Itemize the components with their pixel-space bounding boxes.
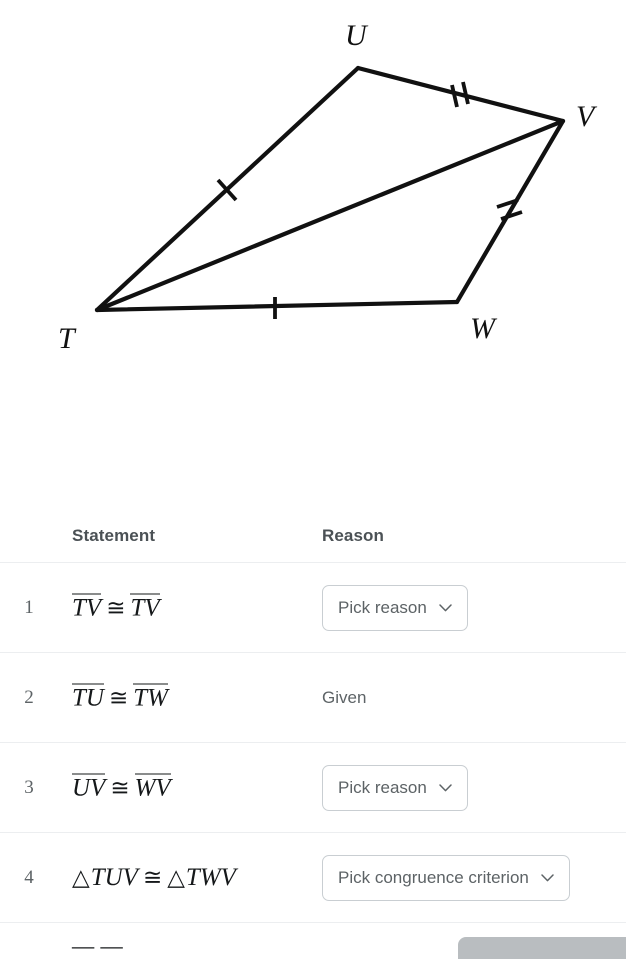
geometry-figure-panel: U V W T xyxy=(0,0,626,490)
geometry-diagram: U V W T xyxy=(58,19,598,355)
chevron-down-icon xyxy=(541,873,554,881)
statement-left-term: UV xyxy=(72,773,106,801)
statement-right-term: TV xyxy=(130,593,160,621)
column-header-reason: Reason xyxy=(322,526,385,545)
vertex-label-W: W xyxy=(470,312,498,345)
row-number: 2 xyxy=(24,686,34,708)
dropdown-label: Pick reason xyxy=(338,777,427,797)
triangle-symbol-left: △ xyxy=(72,864,90,890)
segment-TV-diagonal xyxy=(94,118,566,313)
submit-button[interactable] xyxy=(458,937,626,959)
congruence-symbol: ≅ xyxy=(110,775,130,800)
table-row: 4 △TUV ≅ △TWV Pick congruence criterion xyxy=(0,833,626,923)
congruence-symbol: ≅ xyxy=(106,595,126,620)
proof-table-header: Statement Reason xyxy=(0,490,626,563)
row-number: 3 xyxy=(24,776,34,798)
table-row: 2 TU ≅ TW Given xyxy=(0,653,626,743)
statement-right-term: TW xyxy=(133,683,168,711)
triangle-symbol-right: △ xyxy=(167,864,185,890)
tick-UV-2 xyxy=(461,81,470,105)
chevron-down-icon xyxy=(439,603,452,611)
row-statement-partial: — — xyxy=(72,933,123,959)
row-number: 4 xyxy=(24,866,34,888)
row-statement: △TUV ≅ △TWV xyxy=(72,864,236,892)
segment-UV xyxy=(355,65,566,124)
column-header-statement: Statement xyxy=(72,526,156,545)
row-reason: Pick reason xyxy=(322,584,468,631)
statement-right-term: TWV xyxy=(185,863,236,891)
chevron-down-icon xyxy=(439,783,452,791)
tick-UV-1 xyxy=(450,84,459,108)
pick-reason-dropdown[interactable]: Pick reason xyxy=(322,584,468,631)
statement-left-term: TV xyxy=(72,593,102,621)
proof-table: Statement Reason 1 TV ≅ TV Pick reason 2 T… xyxy=(0,490,626,959)
segment-VW xyxy=(454,118,566,305)
pick-reason-dropdown[interactable]: Pick reason xyxy=(322,764,468,811)
statement-left-term: TU xyxy=(72,683,104,711)
congruence-symbol: ≅ xyxy=(108,685,129,710)
dropdown-label: Pick reason xyxy=(338,597,427,617)
row-reason: Pick congruence criterion xyxy=(322,854,570,901)
statement-right-term: WV xyxy=(134,773,171,801)
row-statement: TV ≅ TV xyxy=(72,593,160,622)
row-statement: UV ≅ WV xyxy=(72,773,171,802)
segment-TW xyxy=(94,299,460,313)
row-number: 1 xyxy=(24,596,34,618)
row-statement: TU ≅ TW xyxy=(72,683,168,712)
table-row: 1 TV ≅ TV Pick reason xyxy=(0,563,626,653)
table-row: 3 UV ≅ WV Pick reason xyxy=(0,743,626,833)
congruence-symbol: ≅ xyxy=(142,864,163,890)
vertex-label-V: V xyxy=(576,100,598,133)
vertex-label-T: T xyxy=(58,322,77,355)
pick-congruence-criterion-dropdown[interactable]: Pick congruence criterion xyxy=(322,854,570,901)
statement-left-term: TUV xyxy=(90,863,138,891)
reason-static-text: Given xyxy=(322,687,367,707)
table-row-partial: — — xyxy=(0,923,626,959)
vertex-label-U: U xyxy=(345,19,369,52)
dropdown-label: Pick congruence criterion xyxy=(338,867,529,887)
row-reason: Pick reason xyxy=(322,764,468,811)
figure-edges xyxy=(94,65,566,313)
row-reason: Given xyxy=(322,688,366,708)
